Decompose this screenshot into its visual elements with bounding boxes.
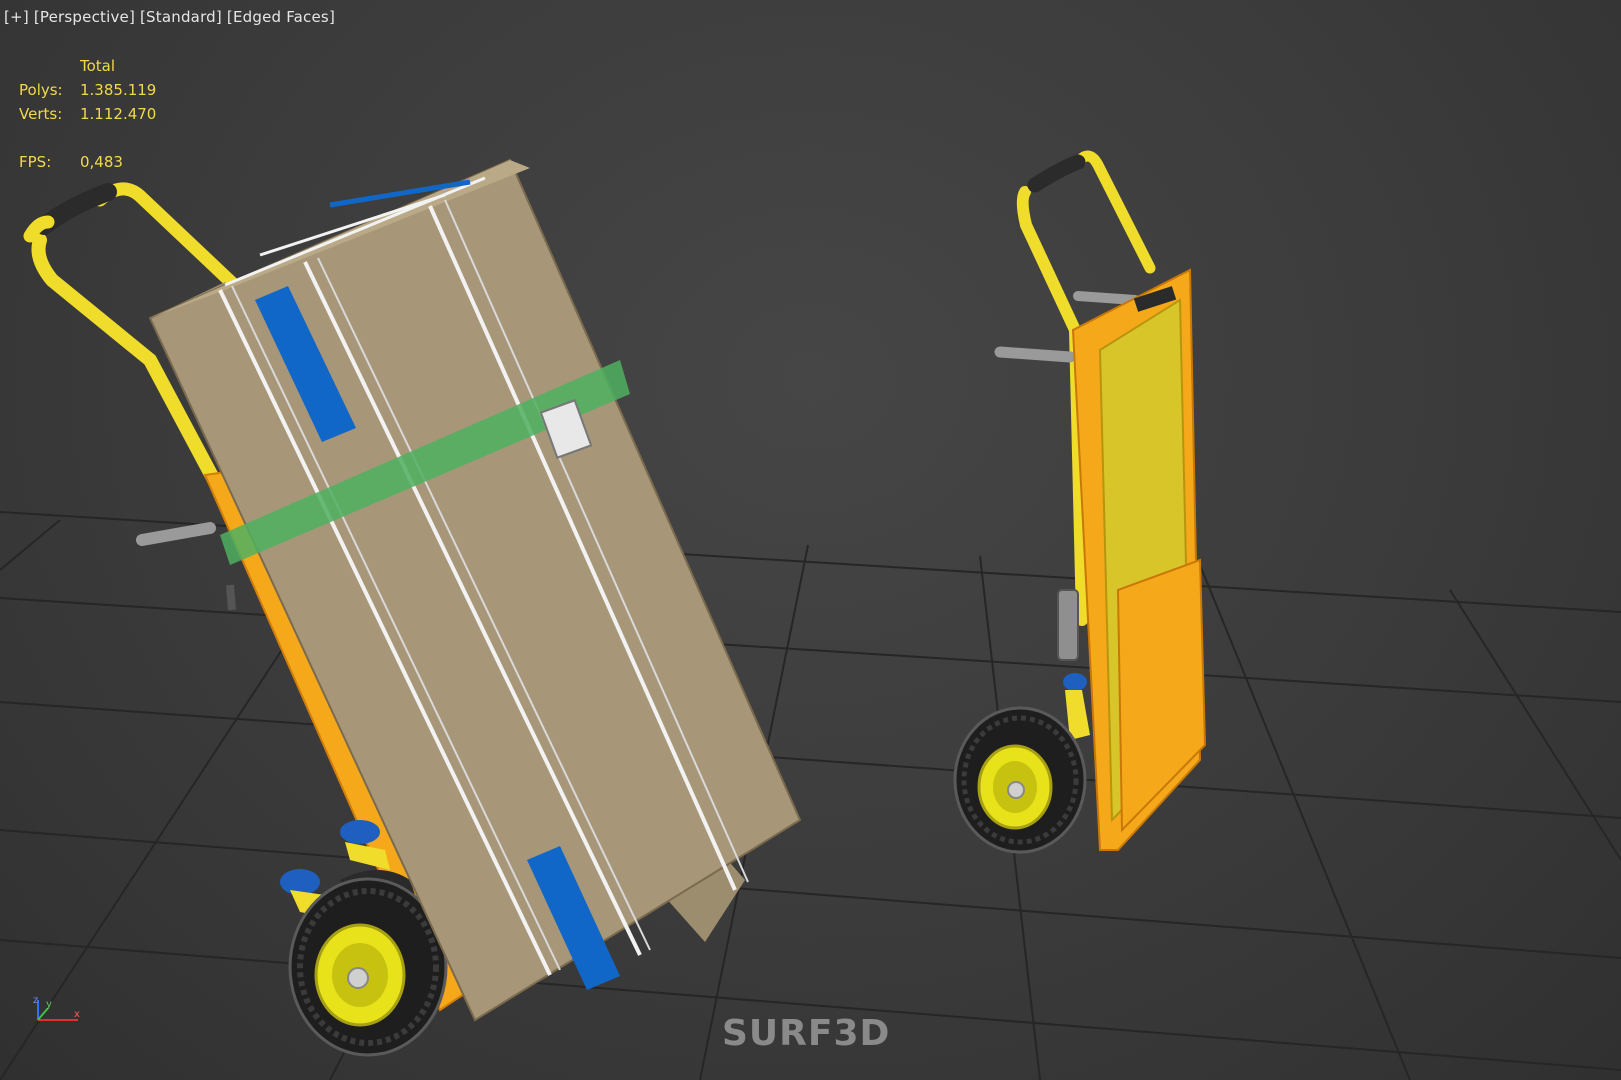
scene-canvas[interactable] <box>0 0 1621 1080</box>
hand-truck-empty[interactable] <box>953 150 1207 854</box>
fps-label: FPS: <box>19 153 52 171</box>
ground-grid <box>0 499 1621 1080</box>
polys-label: Polys: <box>19 81 63 99</box>
polys-value: 1.385.119 <box>80 81 157 99</box>
fps-value: 0,483 <box>80 153 123 171</box>
cardboard-box <box>148 158 802 1022</box>
axis-z-label: z <box>33 995 38 1006</box>
axis-y-label: y <box>46 999 52 1010</box>
viewport-statistics: Total Polys: 1.385.119 Verts: 1.112.470 FP… <box>19 54 156 174</box>
viewport-shading-menu[interactable]: [Standard] <box>140 8 222 26</box>
watermark-logo: SURF3D <box>722 1013 891 1054</box>
side-grip-loaded <box>136 522 236 611</box>
viewport-display-mode-menu[interactable]: [Edged Faces] <box>227 8 335 26</box>
axis-tripod-icon: z y x <box>33 995 80 1021</box>
3d-viewport[interactable]: [+] [Perspective] [Standard] [Edged Face… <box>0 0 1621 1080</box>
viewport-label-menu: [+] [Perspective] [Standard] [Edged Face… <box>4 8 335 26</box>
verts-label: Verts: <box>19 105 63 123</box>
stats-header: Total <box>80 57 116 75</box>
viewport-general-menu[interactable]: [+] <box>4 8 29 26</box>
viewport-point-of-view-menu[interactable]: [Perspective] <box>34 8 135 26</box>
verts-value: 1.112.470 <box>80 105 157 123</box>
axis-x-label: x <box>74 1009 80 1020</box>
motor-unit <box>1057 589 1079 661</box>
wheel-empty <box>953 706 1087 854</box>
